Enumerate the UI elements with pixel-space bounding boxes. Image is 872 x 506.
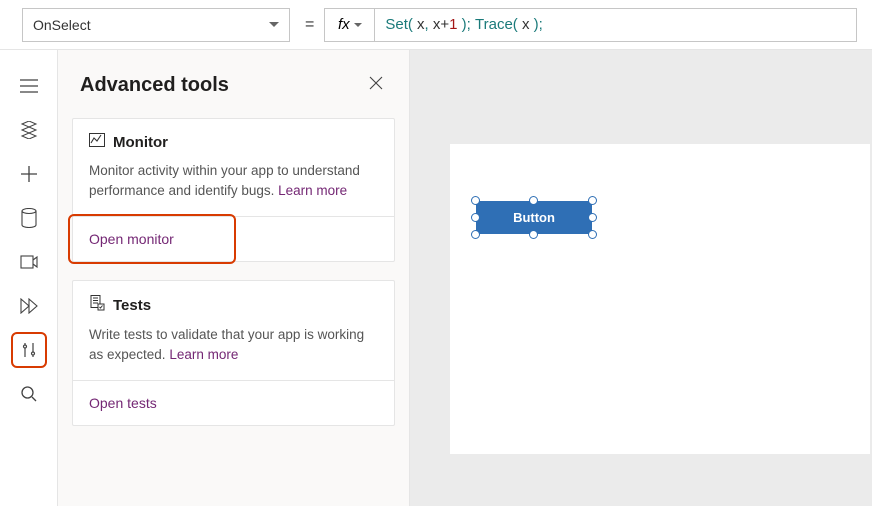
canvas-button-label: Button bbox=[513, 210, 555, 225]
media-icon[interactable] bbox=[11, 244, 47, 280]
tests-icon bbox=[89, 295, 105, 315]
formula-token: 1 bbox=[449, 16, 457, 33]
formula-token: ( bbox=[513, 16, 522, 33]
monitor-card: Monitor Monitor activity within your app… bbox=[72, 118, 395, 262]
formula-token: x bbox=[522, 16, 530, 33]
monitor-learn-more-link[interactable]: Learn more bbox=[278, 183, 347, 198]
search-icon[interactable] bbox=[11, 376, 47, 412]
tests-title: Tests bbox=[113, 297, 151, 314]
monitor-title: Monitor bbox=[113, 134, 168, 151]
resize-handle[interactable] bbox=[529, 196, 538, 205]
resize-handle[interactable] bbox=[471, 196, 480, 205]
power-automate-icon[interactable] bbox=[11, 288, 47, 324]
open-monitor-link[interactable]: Open monitor bbox=[73, 216, 394, 261]
tests-learn-more-link[interactable]: Learn more bbox=[169, 347, 238, 362]
formula-token: x+ bbox=[433, 16, 449, 33]
resize-handle[interactable] bbox=[471, 230, 480, 239]
tree-view-icon[interactable] bbox=[11, 112, 47, 148]
formula-token: Trace bbox=[475, 16, 513, 33]
insert-icon[interactable] bbox=[11, 156, 47, 192]
formula-token: , bbox=[425, 16, 433, 33]
tests-description: Write tests to validate that your app is… bbox=[89, 325, 378, 364]
hamburger-icon[interactable] bbox=[11, 68, 47, 104]
tests-card: Tests Write tests to validate that your … bbox=[72, 280, 395, 426]
monitor-icon bbox=[89, 133, 105, 151]
advanced-tools-icon[interactable] bbox=[11, 332, 47, 368]
canvas-button[interactable]: Button bbox=[476, 201, 592, 234]
resize-handle[interactable] bbox=[588, 230, 597, 239]
canvas-area: Button bbox=[410, 50, 872, 506]
resize-handle[interactable] bbox=[588, 213, 597, 222]
left-rail bbox=[0, 50, 58, 506]
formula-token: ); bbox=[457, 16, 470, 33]
formula-bar: OnSelect = fx Set( x, x+1 ); Trace( x ); bbox=[0, 0, 872, 50]
formula-token: x bbox=[417, 16, 425, 33]
fx-label: fx bbox=[338, 16, 350, 33]
property-name: OnSelect bbox=[33, 17, 91, 33]
fx-button[interactable]: fx bbox=[324, 8, 374, 42]
advanced-tools-panel: Advanced tools Monitor Monitor activity … bbox=[58, 50, 410, 506]
resize-handle[interactable] bbox=[471, 213, 480, 222]
resize-handle[interactable] bbox=[588, 196, 597, 205]
property-selector[interactable]: OnSelect bbox=[22, 8, 290, 42]
formula-token: ); bbox=[529, 16, 542, 33]
resize-handle[interactable] bbox=[529, 230, 538, 239]
formula-input[interactable]: Set( x, x+1 ); Trace( x ); bbox=[374, 8, 857, 42]
formula-token: ( bbox=[408, 16, 417, 33]
monitor-description: Monitor activity within your app to unde… bbox=[89, 161, 378, 200]
panel-title: Advanced tools bbox=[80, 74, 229, 97]
equals-sign: = bbox=[305, 16, 314, 34]
chevron-down-icon bbox=[354, 23, 362, 27]
open-tests-link[interactable]: Open tests bbox=[73, 380, 394, 425]
app-screen[interactable]: Button bbox=[450, 144, 870, 454]
chevron-down-icon bbox=[269, 22, 279, 27]
close-icon[interactable] bbox=[365, 72, 387, 98]
formula-token: Set bbox=[385, 16, 408, 33]
data-icon[interactable] bbox=[11, 200, 47, 236]
